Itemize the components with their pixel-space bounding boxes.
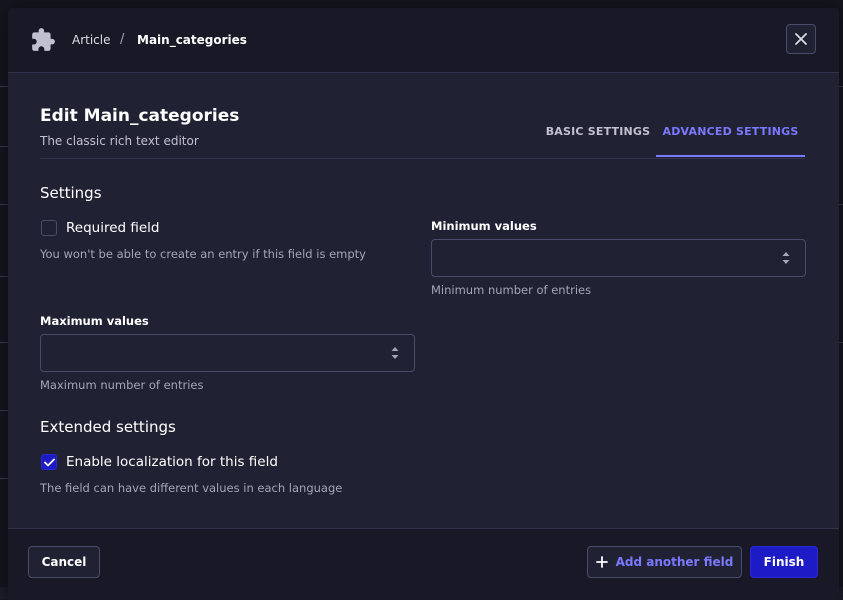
minimum-values-hint: Minimum number of entries: [431, 283, 592, 297]
background-divider: [0, 276, 8, 277]
stepper-icon[interactable]: [390, 346, 400, 360]
close-icon: [795, 33, 807, 45]
tabs-divider: [40, 158, 805, 159]
puzzle-icon: [32, 28, 55, 51]
cancel-button[interactable]: Cancel: [28, 546, 100, 578]
minimum-values-field[interactable]: [432, 240, 786, 276]
add-another-field-label: Add another field: [615, 555, 734, 569]
breadcrumb-separator: /: [120, 32, 125, 47]
settings-tabs: BASIC SETTINGS ADVANCED SETTINGS: [540, 116, 805, 158]
modal-header: Article / Main_categories: [8, 8, 839, 73]
required-field-label[interactable]: Required field: [66, 220, 160, 236]
background-divider: [0, 410, 8, 411]
localization-hint: The field can have different values in e…: [40, 481, 343, 495]
minimum-values-label: Minimum values: [431, 219, 537, 233]
maximum-values-input[interactable]: [40, 334, 415, 372]
modal-footer: Cancel Add another field Finish: [8, 528, 839, 600]
close-button[interactable]: [786, 24, 816, 54]
background-divider: [0, 342, 8, 343]
background-divider: [0, 204, 8, 205]
maximum-values-hint: Maximum number of entries: [40, 378, 204, 392]
maximum-values-field[interactable]: [41, 335, 395, 371]
extended-settings-heading: Extended settings: [40, 418, 176, 436]
required-field-checkbox[interactable]: [41, 220, 57, 236]
background-divider: [0, 478, 8, 479]
background-divider: [0, 86, 8, 87]
required-field-hint: You won't be able to create an entry if …: [40, 247, 366, 261]
settings-heading: Settings: [40, 184, 102, 202]
minimum-values-input[interactable]: [431, 239, 806, 277]
finish-button[interactable]: Finish: [750, 546, 818, 578]
maximum-values-label: Maximum values: [40, 314, 149, 328]
page-subtitle: The classic rich text editor: [40, 134, 199, 148]
breadcrumb-current: Main_categories: [137, 33, 247, 47]
breadcrumb-parent[interactable]: Article: [72, 33, 111, 47]
plus-icon: [595, 556, 608, 568]
check-icon: [43, 458, 55, 466]
background-divider: [0, 146, 8, 147]
tab-basic-settings[interactable]: BASIC SETTINGS: [540, 116, 656, 157]
edit-field-modal: Article / Main_categories Edit Main_cate…: [8, 8, 839, 600]
add-another-field-button[interactable]: Add another field: [587, 546, 742, 578]
tab-advanced-settings[interactable]: ADVANCED SETTINGS: [656, 116, 805, 157]
localization-checkbox[interactable]: [41, 454, 57, 470]
page-title: Edit Main_categories: [40, 106, 240, 126]
stepper-icon[interactable]: [781, 251, 791, 265]
localization-label[interactable]: Enable localization for this field: [66, 454, 278, 470]
